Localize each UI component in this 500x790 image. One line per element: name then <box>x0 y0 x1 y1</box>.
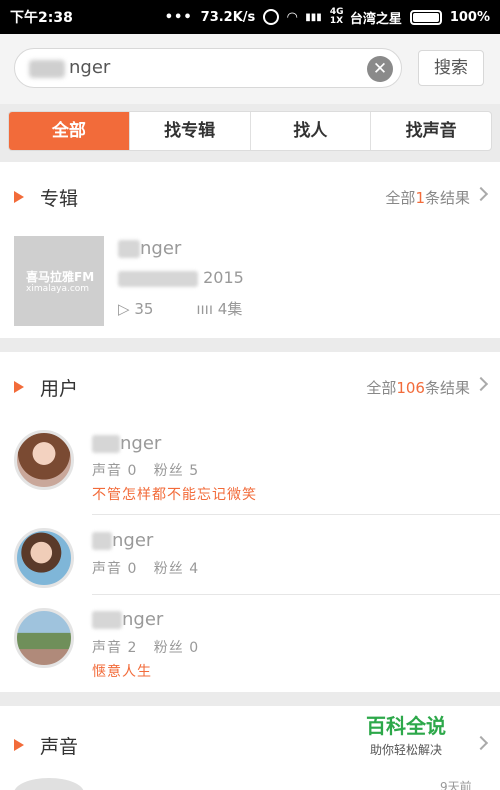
section-marker-icon <box>14 381 24 393</box>
network-type: 4G 1X <box>329 7 344 26</box>
network-speed: 73.2K/s <box>200 9 256 25</box>
chevron-right-icon <box>473 186 489 202</box>
waveform-icon: ıııı <box>196 300 214 318</box>
blurred-text <box>118 240 140 258</box>
tab-all[interactable]: 全部 <box>9 112 129 150</box>
user-name-text: nger <box>122 609 164 630</box>
fans-label: 粉丝 <box>153 640 184 656</box>
avatar[interactable] <box>14 528 74 588</box>
user-name-text: nger <box>112 530 154 551</box>
more-prefix: 全部 <box>385 189 416 207</box>
sound-time: 9天前 <box>440 780 472 790</box>
album-stats: ▷ 35 ıııı 4集 <box>118 298 242 319</box>
sound-count: 0 <box>127 561 138 577</box>
clear-icon[interactable]: ✕ <box>367 56 393 82</box>
search-query: nger <box>69 57 111 78</box>
sounds-label: 声音 <box>92 561 122 577</box>
blurred-text <box>118 270 198 287</box>
fans-label: 粉丝 <box>153 463 184 479</box>
user-stats: 声音 0 粉丝 4 <box>92 558 199 578</box>
users-header[interactable]: 用户 全部106条结果 <box>0 352 500 422</box>
fan-count: 4 <box>189 561 200 577</box>
tab-albums[interactable]: 找专辑 <box>128 112 250 150</box>
user-name[interactable]: nger <box>92 433 161 454</box>
more-count: 106 <box>396 379 425 397</box>
user-name-text: nger <box>120 433 162 454</box>
more-prefix: 全部 <box>366 379 397 397</box>
watermark: 百科全说 助你轻松解决 <box>350 706 462 762</box>
user-name[interactable]: nger <box>92 530 153 551</box>
filter-tabs: 全部 找专辑 找人 找声音 <box>8 111 492 151</box>
albums-more-link[interactable]: 全部1条结果 <box>385 187 470 208</box>
user-stats: 声音 0 粉丝 5 <box>92 460 199 480</box>
section-title: 专辑 <box>40 188 79 210</box>
watermark-subtitle: 助你轻松解决 <box>369 743 442 757</box>
blurred-text <box>29 60 65 78</box>
cover-logo: 喜马拉雅FM <box>26 270 95 284</box>
user-signature: 不管怎样都不能忘记微笑 <box>92 487 257 503</box>
user-signature: 惬意人生 <box>92 664 152 680</box>
album-cover[interactable]: 喜马拉雅FM ximalaya.com <box>14 236 104 326</box>
search-button[interactable]: 搜索 <box>418 50 484 86</box>
search-header: nger ✕ 搜索 <box>0 34 500 104</box>
album-name-text: nger <box>140 238 182 259</box>
alarm-icon <box>263 9 280 25</box>
blurred-text <box>92 532 112 550</box>
play-count: 35 <box>134 300 154 318</box>
fans-label: 粉丝 <box>153 561 184 577</box>
status-time: 下午2:38 <box>10 10 73 26</box>
search-input[interactable]: nger ✕ <box>14 48 402 88</box>
battery-icon <box>409 9 442 25</box>
notification-dots-icon: ••• <box>164 9 193 25</box>
sounds-label: 声音 <box>92 640 122 656</box>
fan-count: 5 <box>189 463 200 479</box>
wifi-icon: ◠ <box>287 9 298 25</box>
sounds-label: 声音 <box>92 463 122 479</box>
cover-domain: ximalaya.com <box>26 284 90 294</box>
divider <box>92 594 500 595</box>
album-title[interactable]: nger <box>118 238 181 259</box>
section-marker-icon <box>14 739 24 751</box>
play-icon: ▷ <box>118 300 130 318</box>
users-section: 用户 全部106条结果 <box>0 352 500 692</box>
signal-icon: ▮▮▮ <box>305 11 322 23</box>
avatar[interactable] <box>14 608 74 668</box>
section-title: 用户 <box>40 378 79 400</box>
albums-header[interactable]: 专辑 全部1条结果 <box>0 162 500 232</box>
album-subtitle: 2015 <box>118 268 244 287</box>
section-title: 声音 <box>40 736 79 758</box>
status-bar: 下午2:38 ••• 73.2K/s ◠ ▮▮▮ 4G 1X 台湾之星 100% <box>0 0 500 34</box>
users-more-link[interactable]: 全部106条结果 <box>366 377 470 398</box>
blurred-text <box>92 611 122 629</box>
user-name[interactable]: nger <box>92 609 163 630</box>
sound-count: 0 <box>127 463 138 479</box>
blurred-text <box>92 435 120 453</box>
chevron-right-icon <box>473 376 489 392</box>
tab-sounds[interactable]: 找声音 <box>370 112 491 150</box>
chevron-right-icon <box>473 735 489 751</box>
sound-count: 2 <box>127 640 138 656</box>
more-suffix: 条结果 <box>424 379 470 397</box>
fan-count: 0 <box>189 640 200 656</box>
avatar[interactable] <box>14 430 74 490</box>
more-count: 1 <box>415 189 425 207</box>
tab-people[interactable]: 找人 <box>249 112 371 150</box>
user-stats: 声音 2 粉丝 0 <box>92 637 199 657</box>
episode-count: 4集 <box>217 300 243 318</box>
watermark-title: 百科全说 <box>366 714 446 738</box>
divider <box>92 514 500 515</box>
album-year: 2015 <box>203 268 244 287</box>
carrier: 台湾之星 <box>349 11 402 27</box>
section-marker-icon <box>14 191 24 203</box>
more-suffix: 条结果 <box>424 189 470 207</box>
battery-percent: 100% <box>449 9 490 25</box>
